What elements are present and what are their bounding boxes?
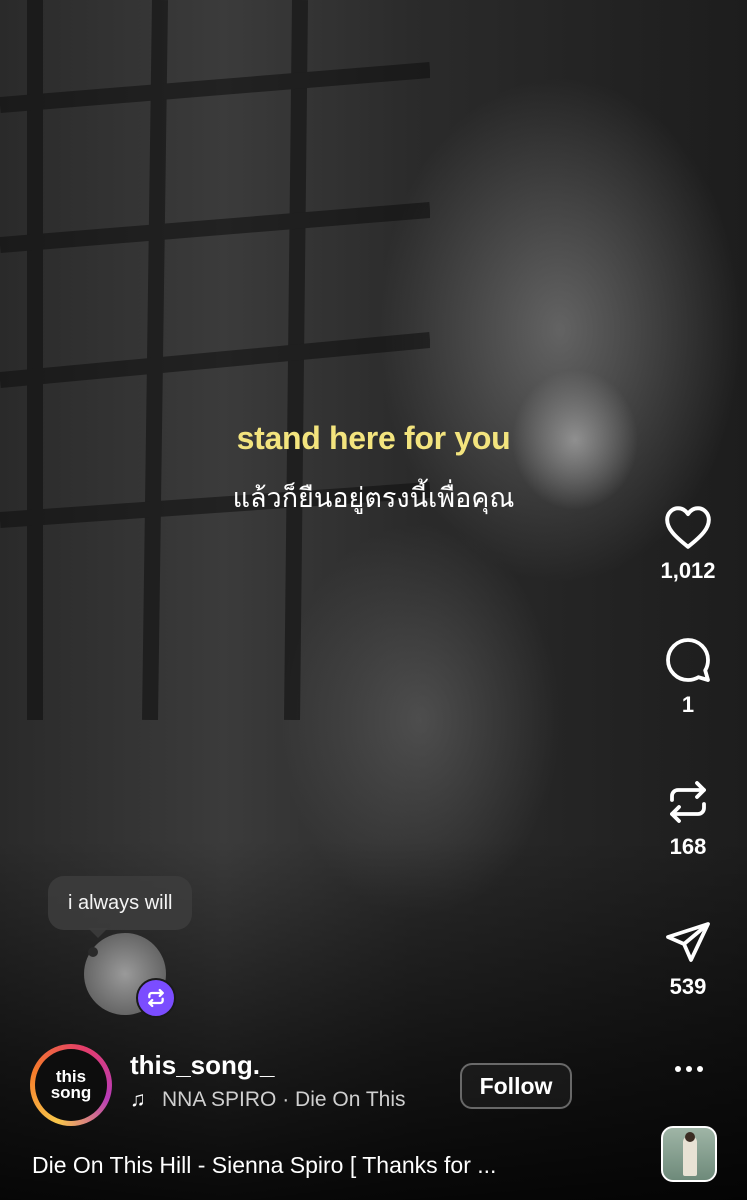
lyric-thai: แล้วก็ยืนอยู่ตรงนี้เพื่อคุณ	[232, 483, 515, 513]
send-icon	[666, 922, 710, 962]
bubble-tail	[88, 928, 108, 938]
share-button[interactable]: 539	[640, 918, 736, 1000]
like-count: 1,012	[660, 558, 716, 583]
avatar-logo: this song	[35, 1049, 107, 1121]
window-frame-background	[0, 0, 430, 720]
heart-icon	[665, 506, 711, 549]
follow-button[interactable]: Follow	[460, 1063, 572, 1109]
profile-avatar[interactable]: this song	[30, 1044, 112, 1126]
comment-count: 1	[681, 692, 695, 717]
lyric-english: stand here for you	[236, 420, 511, 456]
audio-track-text: NNA SPIRO · Die On This	[162, 1088, 406, 1111]
like-button[interactable]: 1,012	[640, 504, 736, 584]
music-note-icon: ♫	[130, 1088, 146, 1111]
more-icon	[675, 1066, 681, 1072]
repost-count: 168	[669, 834, 707, 859]
comment-icon	[666, 638, 710, 682]
audio-info[interactable]: ♫ NNA SPIRO · Die On This	[130, 1088, 430, 1116]
more-options-button[interactable]	[664, 1058, 714, 1082]
repost-icon	[148, 988, 164, 1008]
repost-button[interactable]: 168	[640, 778, 736, 860]
note-bubble[interactable]: i always will	[48, 876, 193, 930]
remix-badge[interactable]	[136, 978, 176, 1018]
repost-icon	[670, 781, 706, 823]
audio-thumbnail[interactable]	[661, 1126, 717, 1182]
comment-button[interactable]: 1	[640, 636, 736, 718]
username[interactable]: this_song._	[130, 1050, 274, 1081]
share-count: 539	[669, 974, 707, 999]
caption[interactable]: Die On This Hill - Sienna Spiro [ Thanks…	[32, 1152, 592, 1179]
